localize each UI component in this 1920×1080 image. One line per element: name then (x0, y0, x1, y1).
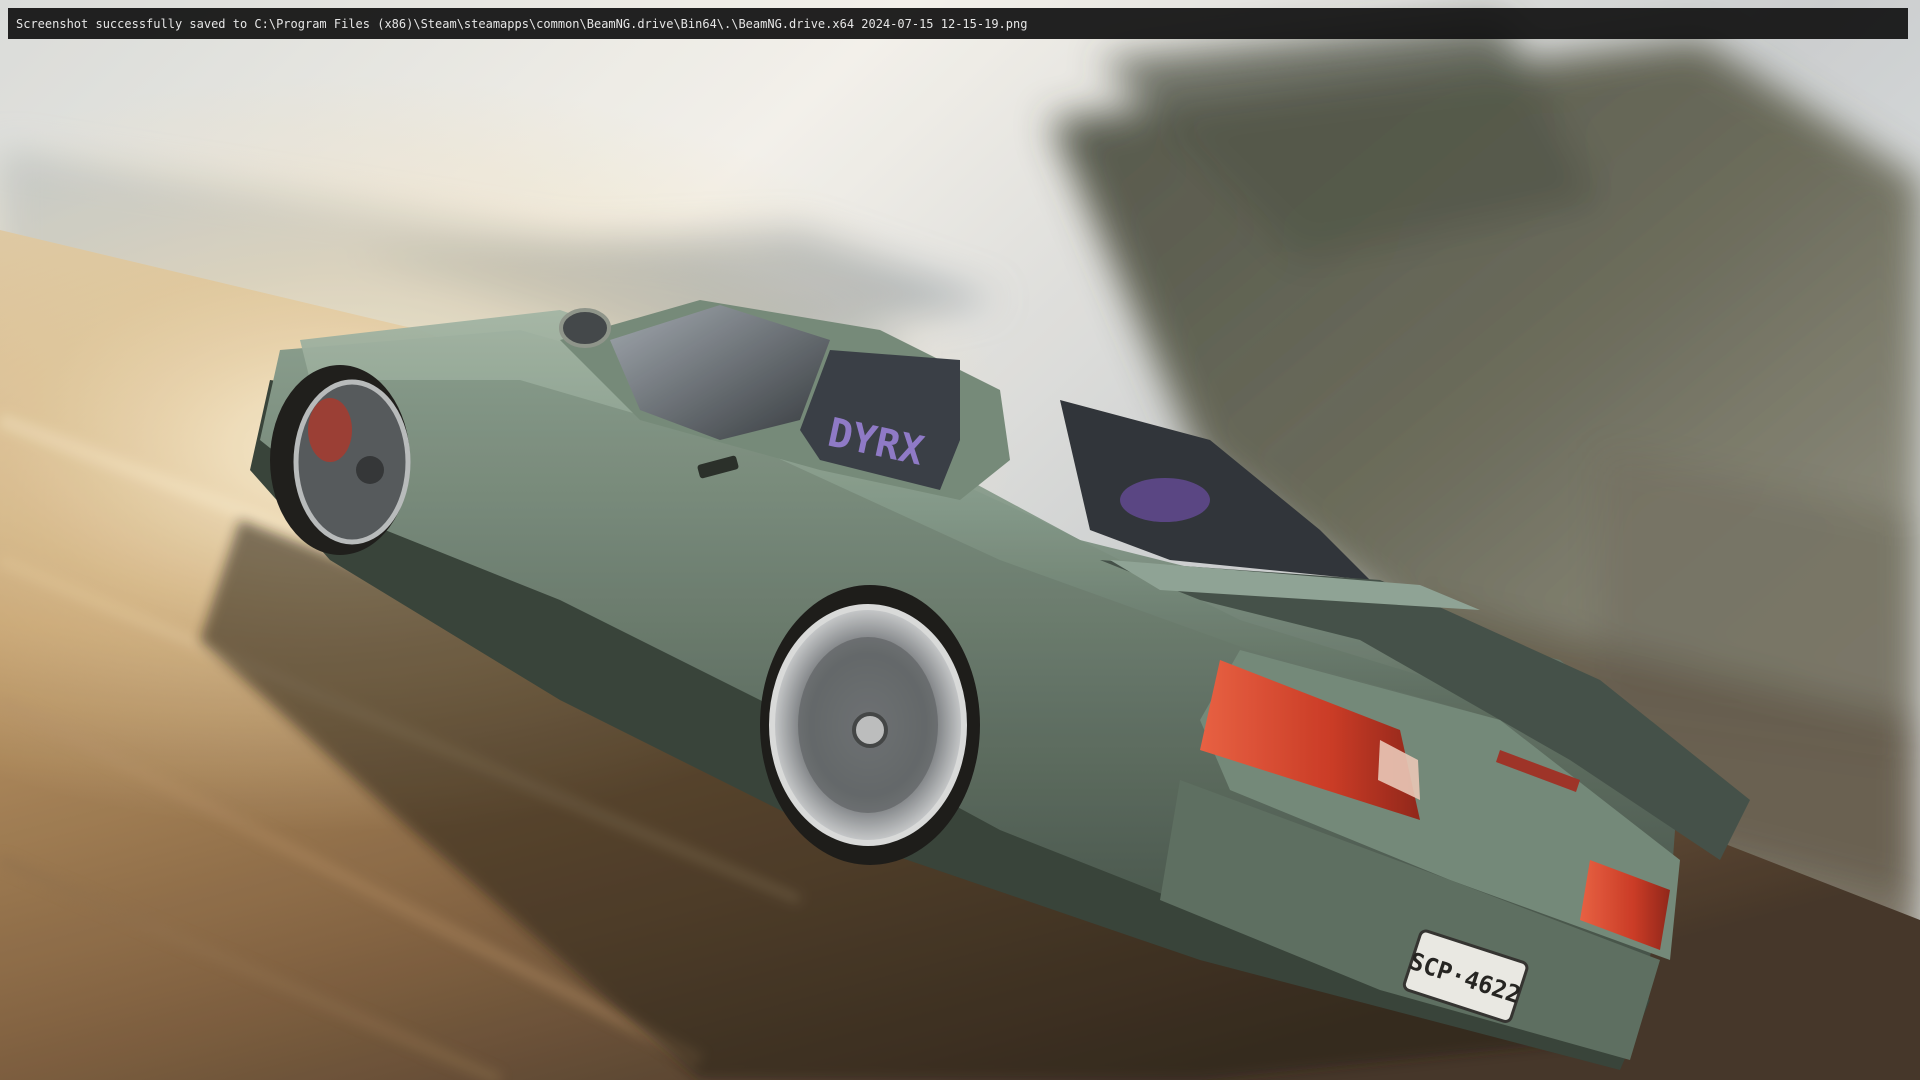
console-notification-bar: Screenshot successfully saved to C:\Prog… (8, 8, 1908, 39)
game-scene: DYRX SCP·4622 (0, 0, 1920, 1080)
color-grade-overlay (0, 0, 1920, 1080)
game-viewport: DYRX SCP·4622 Screenshot successfully sa… (0, 0, 1920, 1080)
screenshot-saved-message: Screenshot successfully saved to C:\Prog… (16, 16, 1028, 31)
